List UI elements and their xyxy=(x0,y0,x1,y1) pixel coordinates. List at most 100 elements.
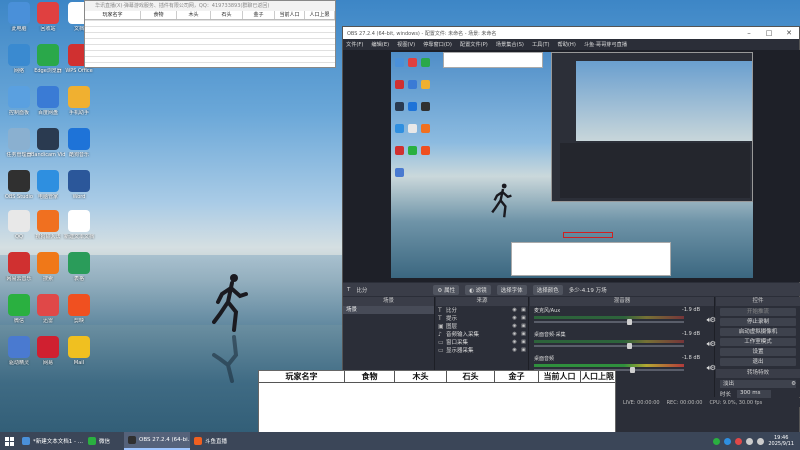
spreadsheet-window[interactable]: 华讯直播(X)·弹幕游戏服务、插件有限公司网，QQ：419733893(群聊已返… xyxy=(84,0,336,68)
desktop-icon[interactable]: Bandicam Video Editor xyxy=(31,128,65,158)
antivirus-icon[interactable] xyxy=(735,437,743,445)
select-color-button[interactable]: 选择颜色 xyxy=(532,284,563,295)
desktop-icon[interactable]: 搜索 xyxy=(31,252,65,282)
lock-icon[interactable]: ▣ xyxy=(519,339,528,345)
lock-icon[interactable]: ▣ xyxy=(519,347,528,353)
desktop-icon-label: 新建文本文档 xyxy=(63,234,94,240)
stop-recording-button[interactable]: 停止录制 xyxy=(720,318,796,326)
sheet-column-header: 石头 xyxy=(211,11,243,19)
taskbar-app[interactable]: OBS 27.2.4 (64-bi... xyxy=(124,432,190,450)
menu-scene-collection[interactable]: 场景集合(S) xyxy=(496,41,524,48)
fader-handle[interactable] xyxy=(627,319,632,325)
eye-icon[interactable]: ◉ xyxy=(510,339,519,345)
start-virtual-camera-button[interactable]: 启动虚拟摄像机 xyxy=(720,328,796,336)
desktop-icon[interactable]: 迅雷 xyxy=(31,294,65,324)
taskbar-app[interactable]: 斗鱼直播 xyxy=(190,432,256,450)
lock-icon[interactable]: ▣ xyxy=(519,331,528,337)
scene-item[interactable]: 场景 xyxy=(343,306,434,314)
desktop-icon[interactable]: Edge浏览器 xyxy=(31,44,65,74)
eye-icon[interactable]: ◉ xyxy=(510,331,519,337)
settings-button[interactable]: 设置 xyxy=(720,348,796,356)
transitions-dock-title: 转场特效 xyxy=(716,369,800,378)
network-icon[interactable] xyxy=(746,437,754,445)
source-item[interactable]: ▭ 显示器采集 ◉ ▣ xyxy=(436,346,528,355)
controls-dock-title: 控件 xyxy=(716,297,800,306)
menu-douyu-plugin[interactable]: 斗鱼·哥哥芽弓直播 xyxy=(584,41,627,48)
menu-file[interactable]: 文件(F) xyxy=(346,41,363,48)
fader-handle[interactable] xyxy=(627,343,632,349)
wechat-icon[interactable] xyxy=(713,437,721,445)
transition-select[interactable]: 淡出 ⚙ xyxy=(720,380,796,388)
preview-table-capture xyxy=(511,242,671,276)
desktop-icon[interactable]: Word xyxy=(62,170,96,200)
lock-icon[interactable]: ▣ xyxy=(519,323,528,329)
studio-mode-button[interactable]: 工作室模式 xyxy=(720,338,796,346)
desktop-app-icon xyxy=(8,44,30,66)
desktop-icon[interactable]: 回收站 xyxy=(31,2,65,32)
lock-icon[interactable]: ▣ xyxy=(519,307,528,313)
desktop-icon[interactable]: Mail xyxy=(62,336,96,366)
preview-nested-panels xyxy=(560,143,750,198)
properties-button[interactable]: ⚙ 属性 xyxy=(433,284,460,295)
desktop-app-icon xyxy=(68,336,90,358)
desktop-icon[interactable]: 剪映 xyxy=(62,294,96,324)
taskbar-app[interactable]: 微信 xyxy=(84,432,124,450)
desktop-icon[interactable]: 酷狗音乐 xyxy=(62,128,96,158)
obs-preview-canvas[interactable] xyxy=(343,50,800,282)
menu-tools[interactable]: 工具(T) xyxy=(532,41,550,48)
desktop-app-icon xyxy=(8,128,30,150)
duration-input[interactable]: 300 ms xyxy=(737,390,771,398)
preview-nested-wallpaper xyxy=(576,61,752,141)
source-item[interactable]: T 比分 ◉ ▣ xyxy=(436,306,528,315)
minimize-button[interactable]: – xyxy=(739,29,759,37)
start-streaming-button[interactable]: 开始推流 xyxy=(720,308,796,316)
windows-logo-icon xyxy=(4,436,14,446)
start-button[interactable] xyxy=(0,432,18,450)
volume-fader[interactable] xyxy=(534,319,684,325)
desktop-icon[interactable]: 电脑管家 xyxy=(31,170,65,200)
menu-profile[interactable]: 配置文件(P) xyxy=(460,41,488,48)
desktop-app-icon xyxy=(8,252,30,274)
gear-icon[interactable]: ⚙ xyxy=(791,380,796,388)
eye-icon[interactable]: ◉ xyxy=(510,307,519,313)
desktop-app-icon xyxy=(68,86,90,108)
source-item[interactable]: ▭ 窗口采集 ◉ ▣ xyxy=(436,338,528,347)
lock-icon[interactable]: ▣ xyxy=(519,315,528,321)
obs-window-title: OBS 27.2.4 (64-bit, windows) - 配置文件: 未命名… xyxy=(347,30,497,37)
fader-handle[interactable] xyxy=(630,367,635,373)
source-item[interactable]: ▣ 图层 ◉ ▣ xyxy=(436,322,528,331)
source-item-label: 比分 xyxy=(446,308,458,314)
eye-icon[interactable]: ◉ xyxy=(510,347,519,353)
source-item[interactable]: ♪ 音频输入采集 ◉ ▣ xyxy=(436,330,528,339)
maximize-button[interactable]: □ xyxy=(759,29,779,37)
menu-docks[interactable]: 停靠窗口(D) xyxy=(423,41,452,48)
filters-button[interactable]: ◐ 滤镜 xyxy=(465,284,491,295)
desktop-icon[interactable]: 搜狗输入法 xyxy=(31,210,65,240)
source-item[interactable]: T 提示 ◉ ▣ xyxy=(436,314,528,323)
select-font-button[interactable]: 选择字体 xyxy=(496,284,527,295)
desktop-icon[interactable]: 表格 xyxy=(62,252,96,282)
clock[interactable]: 19:46 2025/9/11 xyxy=(768,435,794,447)
eye-icon[interactable]: ◉ xyxy=(510,323,519,329)
desktop-icon[interactable]: 百度网盘 xyxy=(31,86,65,116)
volume-icon[interactable] xyxy=(757,437,765,445)
menu-view[interactable]: 视图(V) xyxy=(397,41,415,48)
close-button[interactable]: ✕ xyxy=(779,29,799,37)
exit-button[interactable]: 退出 xyxy=(720,358,796,366)
menu-edit[interactable]: 编辑(E) xyxy=(371,41,389,48)
desktop-icon[interactable]: 手机助手 xyxy=(62,86,96,116)
desktop-icon[interactable]: 新建文本文档 xyxy=(62,210,96,240)
table-column-header: 金子 xyxy=(495,371,539,382)
sheet-column-header: 人口上限 xyxy=(305,11,335,19)
spreadsheet-grid[interactable] xyxy=(85,20,335,67)
eye-icon[interactable]: ◉ xyxy=(510,315,519,321)
cpu-status: CPU: 9.0%, 30.00 fps xyxy=(709,399,763,406)
desktop-icon[interactable]: 网易 xyxy=(31,336,65,366)
volume-fader[interactable] xyxy=(534,343,684,349)
taskbar-app[interactable]: *新建文本文档1 - ... xyxy=(18,432,84,450)
browser-icon[interactable] xyxy=(724,437,732,445)
obs-title-bar[interactable]: OBS 27.2.4 (64-bit, windows) - 配置文件: 未命名… xyxy=(343,27,799,39)
desktop-icon-label: Word xyxy=(72,194,86,200)
menu-help[interactable]: 帮助(H) xyxy=(558,41,576,48)
text-content-field[interactable]: 多少-4.19 万场 xyxy=(569,286,607,294)
